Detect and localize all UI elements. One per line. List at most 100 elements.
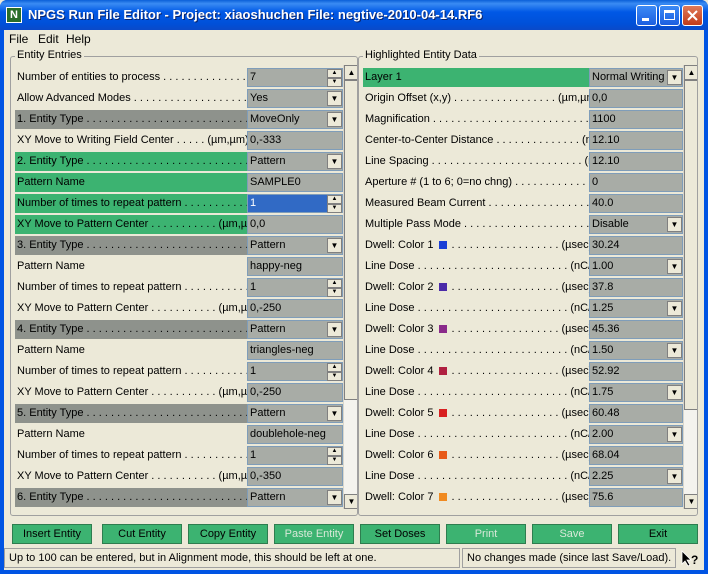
dropdown-arrow-icon[interactable]: ▼: [327, 154, 342, 169]
insert-entity-button[interactable]: Insert Entity: [12, 524, 92, 544]
entity-row: XY Move to Pattern Center . . . . . . . …: [11, 214, 343, 235]
highlighted-row-value[interactable]: 52.92: [589, 362, 683, 381]
highlighted-row-value[interactable]: 40.0: [589, 194, 683, 213]
highlighted-row-value[interactable]: 12.10: [589, 152, 683, 171]
menu-edit[interactable]: Edit: [38, 32, 59, 46]
highlighted-row-label: Line Dose . . . . . . . . . . . . . . . …: [365, 470, 589, 482]
entity-entries-group: Entity Entries Number of entities to pro…: [10, 49, 358, 516]
highlighted-row-value[interactable]: 68.04: [589, 446, 683, 465]
dropdown-arrow-icon[interactable]: ▼: [667, 343, 682, 358]
dropdown-arrow-icon[interactable]: ▼: [327, 406, 342, 421]
highlighted-row-value[interactable]: 0,0: [589, 89, 683, 108]
highlighted-row: Origin Offset (x,y) . . . . . . . . . . …: [359, 88, 683, 109]
exit-button[interactable]: Exit: [618, 524, 698, 544]
highlighted-scrollbar[interactable]: ▲ ▼: [683, 65, 697, 509]
scroll-thumb[interactable]: [344, 80, 357, 400]
highlighted-row-value[interactable]: 37.8: [589, 278, 683, 297]
spin-up-icon[interactable]: ▲: [327, 447, 342, 456]
paste-entity-button[interactable]: Paste Entity: [274, 524, 354, 544]
entity-row: XY Move to Pattern Center . . . . . . . …: [11, 382, 343, 403]
entity-row-label: Pattern Name: [15, 173, 247, 192]
dropdown-arrow-icon[interactable]: ▼: [667, 259, 682, 274]
dropdown-arrow-icon[interactable]: ▼: [667, 301, 682, 316]
help-pointer-icon[interactable]: ?: [680, 549, 700, 568]
entity-row: Number of times to repeat pattern . . . …: [11, 445, 343, 466]
entity-row: Pattern Name SAMPLE0: [11, 172, 343, 193]
entity-row-value[interactable]: happy-neg: [247, 257, 343, 276]
dropdown-arrow-icon[interactable]: ▼: [667, 427, 682, 442]
scroll-up-icon[interactable]: ▲: [344, 65, 357, 80]
maximize-button[interactable]: [659, 5, 680, 26]
entity-row-value[interactable]: 0,0: [247, 215, 343, 234]
dropdown-arrow-icon[interactable]: ▼: [667, 217, 682, 232]
highlighted-row-label: Line Dose . . . . . . . . . . . . . . . …: [365, 260, 589, 272]
entity-row-value[interactable]: SAMPLE0: [247, 173, 343, 192]
highlighted-row-label: Magnification . . . . . . . . . . . . . …: [365, 113, 589, 125]
dwell-unit: . . . . . . . . . . . . . . . . . . (µse…: [451, 407, 589, 419]
dropdown-arrow-icon[interactable]: ▼: [667, 70, 682, 85]
dropdown-arrow-icon[interactable]: ▼: [667, 469, 682, 484]
dropdown-arrow-icon[interactable]: ▼: [327, 91, 342, 106]
entity-row-value[interactable]: 0,-250: [247, 383, 343, 402]
minimize-button[interactable]: [636, 5, 657, 26]
spin-up-icon[interactable]: ▲: [327, 69, 342, 78]
entity-row-label: 5. Entity Type . . . . . . . . . . . . .…: [15, 404, 247, 423]
dwell-unit: . . . . . . . . . . . . . . . . . . (µse…: [451, 365, 589, 377]
scroll-down-icon[interactable]: ▼: [344, 494, 357, 509]
spin-down-icon[interactable]: ▼: [327, 456, 342, 465]
entity-row-label: Pattern Name: [17, 260, 85, 272]
entity-row-label: 6. Entity Type . . . . . . . . . . . . .…: [15, 488, 247, 507]
entity-scrollbar[interactable]: ▲ ▼: [343, 65, 357, 509]
highlighted-row: Line Dose . . . . . . . . . . . . . . . …: [359, 298, 683, 319]
scroll-up-icon[interactable]: ▲: [684, 65, 697, 80]
spin-down-icon[interactable]: ▼: [327, 372, 342, 381]
highlighted-row: Dwell: Color 5 . . . . . . . . . . . . . …: [359, 403, 683, 424]
scroll-down-icon[interactable]: ▼: [684, 494, 697, 509]
menu-help[interactable]: Help: [66, 32, 91, 46]
entity-row-value[interactable]: 0,-333: [247, 131, 343, 150]
save-button[interactable]: Save: [532, 524, 612, 544]
entity-row: Pattern Name happy-neg: [11, 256, 343, 277]
highlighted-row: Dwell: Color 3 . . . . . . . . . . . . . …: [359, 319, 683, 340]
spin-up-icon[interactable]: ▲: [327, 363, 342, 372]
entity-row-value[interactable]: triangles-neg: [247, 341, 343, 360]
dropdown-arrow-icon[interactable]: ▼: [327, 322, 342, 337]
spin-up-icon[interactable]: ▲: [327, 195, 342, 204]
dropdown-arrow-icon[interactable]: ▼: [327, 238, 342, 253]
scroll-thumb[interactable]: [684, 80, 697, 410]
close-button[interactable]: [682, 5, 703, 26]
entity-row-value[interactable]: 0,-250: [247, 299, 343, 318]
entity-row-label: Pattern Name: [17, 344, 85, 356]
highlighted-row-value[interactable]: 0: [589, 173, 683, 192]
entity-row-value[interactable]: doublehole-neg: [247, 425, 343, 444]
dropdown-arrow-icon[interactable]: ▼: [327, 112, 342, 127]
highlighted-row-value[interactable]: 45.36: [589, 320, 683, 339]
highlighted-row-value[interactable]: 75.6: [589, 488, 683, 507]
copy-entity-button[interactable]: Copy Entity: [188, 524, 268, 544]
entity-row-label: Allow Advanced Modes . . . . . . . . . .…: [17, 92, 247, 104]
highlighted-row-value[interactable]: 1100: [589, 110, 683, 129]
highlighted-row: Magnification . . . . . . . . . . . . . …: [359, 109, 683, 130]
entity-row-value[interactable]: 0,-350: [247, 467, 343, 486]
cut-entity-button[interactable]: Cut Entity: [102, 524, 182, 544]
spin-down-icon[interactable]: ▼: [327, 204, 342, 213]
title-bar[interactable]: N NPGS Run File Editor - Project: xiaosh…: [0, 0, 708, 30]
set-doses-button[interactable]: Set Doses: [360, 524, 440, 544]
spin-down-icon[interactable]: ▼: [327, 78, 342, 87]
print-button[interactable]: Print: [446, 524, 526, 544]
dropdown-arrow-icon[interactable]: ▼: [327, 490, 342, 505]
spin-down-icon[interactable]: ▼: [327, 288, 342, 297]
highlighted-row: Line Dose . . . . . . . . . . . . . . . …: [359, 382, 683, 403]
highlighted-row-value[interactable]: 60.48: [589, 404, 683, 423]
highlighted-row-value[interactable]: 12.10: [589, 131, 683, 150]
spin-up-icon[interactable]: ▲: [327, 279, 342, 288]
highlighted-row-label: Aperture # (1 to 6; 0=no chng) . . . . .…: [365, 176, 589, 188]
menu-file[interactable]: File: [9, 32, 28, 46]
highlighted-row-label: Dwell: Color 5 . . . . . . . . . . . . . …: [363, 404, 589, 423]
highlighted-row-value[interactable]: 30.24: [589, 236, 683, 255]
entity-row-label: 3. Entity Type . . . . . . . . . . . . .…: [15, 236, 247, 255]
dwell-label: Dwell: Color 6: [365, 449, 434, 461]
dwell-unit: . . . . . . . . . . . . . . . . . . (µse…: [451, 323, 589, 335]
highlighted-row-label: Dwell: Color 2 . . . . . . . . . . . . . …: [363, 278, 589, 297]
dropdown-arrow-icon[interactable]: ▼: [667, 385, 682, 400]
